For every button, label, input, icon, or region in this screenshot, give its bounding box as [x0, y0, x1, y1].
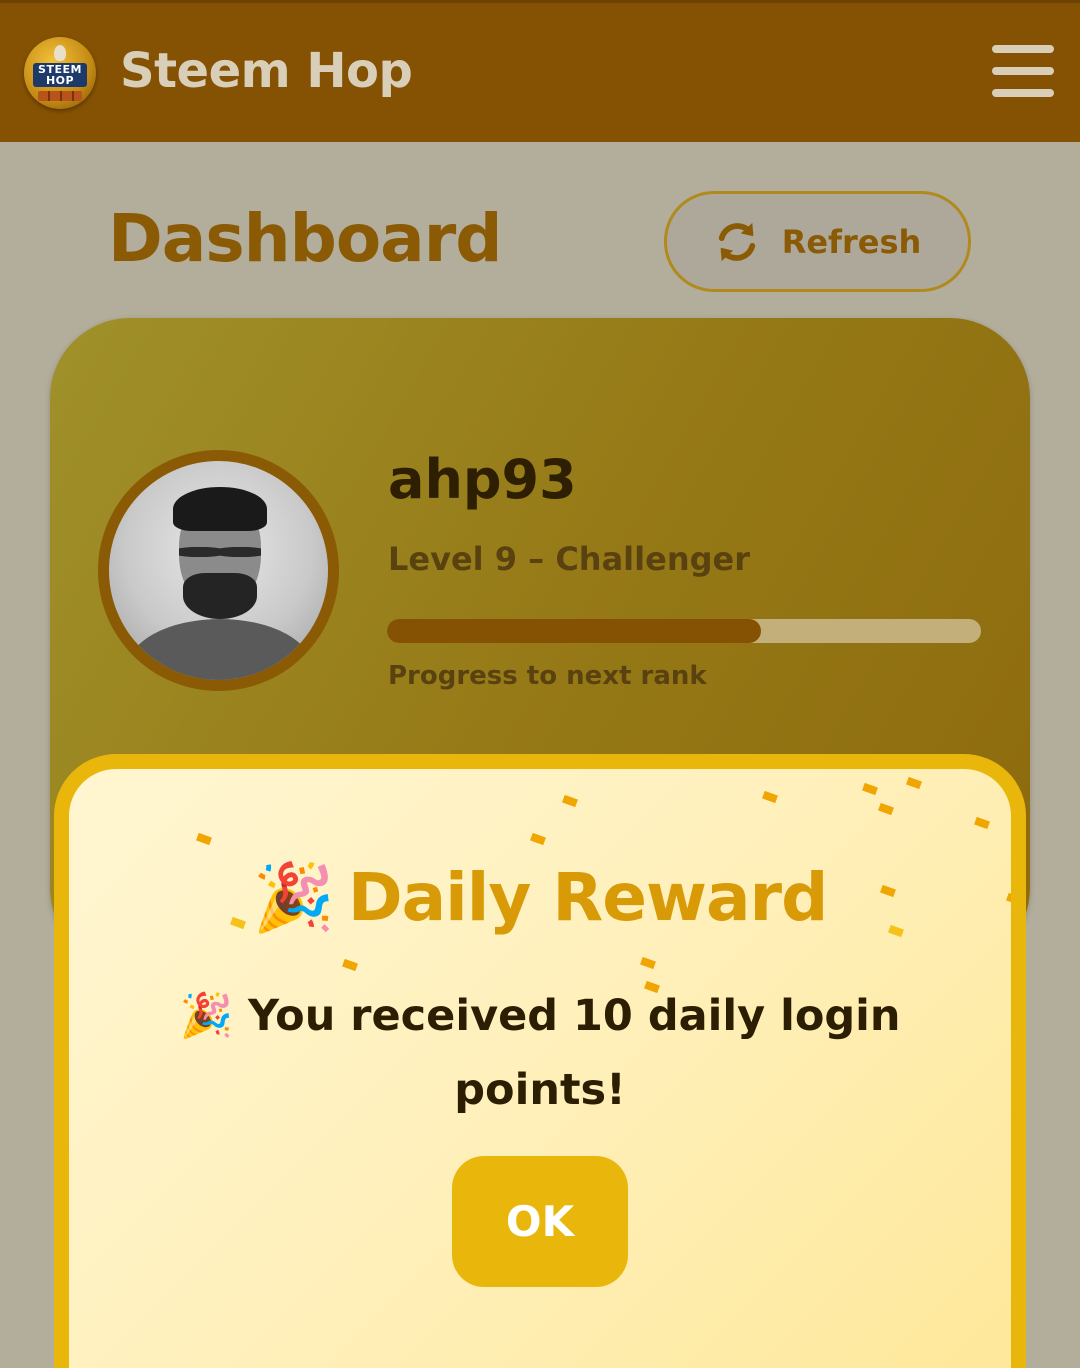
- refresh-label: Refresh: [781, 222, 922, 261]
- confetti-piece: [878, 802, 894, 816]
- confetti-piece: [906, 776, 922, 790]
- confetti-piece: [862, 782, 878, 796]
- level-text: Level 9 – Challenger: [388, 540, 750, 578]
- party-popper-icon: 🎉: [252, 859, 335, 936]
- top-navbar: STEEM HOP Steem Hop: [0, 0, 1080, 142]
- avatar[interactable]: [98, 450, 339, 691]
- hamburger-menu-icon[interactable]: [990, 43, 1056, 101]
- avatar-hair: [173, 487, 267, 531]
- bird-icon: [54, 45, 66, 61]
- confetti-piece: [762, 790, 778, 804]
- ok-button[interactable]: OK: [452, 1156, 628, 1287]
- modal-title: 🎉 Daily Reward: [69, 859, 1011, 937]
- ok-label: OK: [505, 1197, 575, 1246]
- username: ahp93: [388, 448, 577, 511]
- avatar-beard: [183, 573, 257, 619]
- logo-text: STEEM HOP: [33, 63, 87, 87]
- menu-line: [992, 67, 1054, 75]
- rank-progress-fill: [387, 619, 762, 643]
- bricks-icon: [38, 91, 82, 101]
- app-title[interactable]: Steem Hop: [120, 43, 413, 99]
- menu-line: [992, 89, 1054, 97]
- confetti-piece: [640, 956, 656, 970]
- confetti-piece: [342, 958, 358, 972]
- modal-title-text: Daily Reward: [347, 859, 828, 936]
- confetti-piece: [530, 832, 546, 846]
- reward-message: 🎉 You received 10 daily login points!: [179, 991, 901, 1115]
- page-title: Dashboard: [108, 200, 503, 277]
- rank-progress-bar: [387, 619, 981, 643]
- steem-hop-logo[interactable]: STEEM HOP: [24, 37, 96, 109]
- confetti-piece: [562, 794, 578, 808]
- confetti-piece: [974, 816, 990, 830]
- progress-label: Progress to next rank: [388, 661, 707, 691]
- refresh-icon: [718, 222, 755, 261]
- sunglasses-icon: [179, 541, 261, 563]
- menu-line: [992, 45, 1054, 53]
- confetti-piece: [196, 832, 212, 846]
- daily-reward-modal: 🎉 Daily Reward 🎉 You received 10 daily lo…: [54, 754, 1026, 1368]
- refresh-button[interactable]: Refresh: [664, 191, 971, 292]
